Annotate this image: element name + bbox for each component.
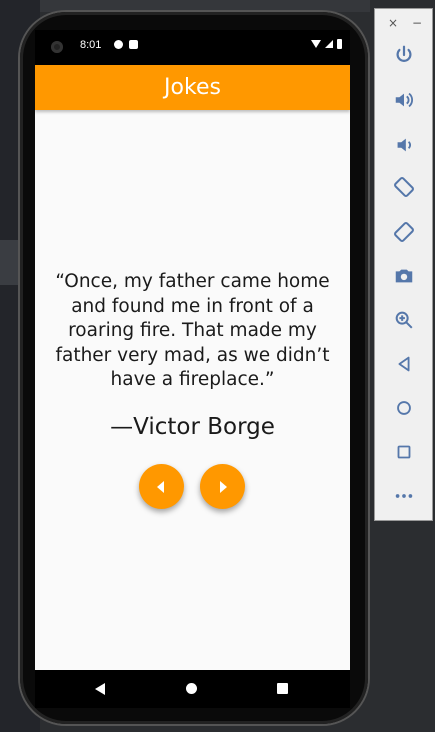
next-joke-button[interactable]: [200, 464, 245, 509]
emulator-minimize-button[interactable]: −: [412, 16, 422, 30]
sd-card-icon: [129, 40, 138, 49]
notification-icon: [114, 40, 123, 49]
overview-icon: [397, 445, 411, 459]
arrow-left-icon: [157, 480, 164, 493]
signal-icon: [325, 40, 333, 48]
battery-icon: [337, 39, 342, 49]
rotate-right-button[interactable]: [391, 219, 417, 245]
emulator-more-button[interactable]: [391, 483, 417, 509]
home-icon: [397, 401, 411, 415]
zoom-icon: [395, 311, 413, 329]
rotate-right-icon: [394, 222, 414, 242]
joke-quote: “Once, my father came home and found me …: [55, 271, 330, 390]
emulator-home-button[interactable]: [391, 395, 417, 421]
status-time: 8:01: [80, 39, 102, 51]
volume-up-button[interactable]: [391, 87, 417, 113]
rotate-left-icon: [394, 177, 414, 197]
power-icon: [396, 45, 412, 62]
emulator-overview-button[interactable]: [391, 439, 417, 465]
browser-toolbar-background: [40, 0, 370, 12]
zoom-button[interactable]: [391, 307, 417, 333]
joke-author: —Victor Borge: [110, 414, 275, 440]
power-button[interactable]: [391, 42, 417, 68]
arrow-right-icon: [220, 480, 227, 493]
android-nav-bar: [35, 670, 350, 708]
front-camera: [51, 41, 63, 53]
app-bar-title: Jokes: [35, 65, 350, 110]
emulator-toolbar: × −: [374, 8, 433, 521]
back-icon: [398, 356, 410, 372]
rotate-left-button[interactable]: [391, 174, 417, 200]
status-icons: [311, 39, 342, 49]
ide-scrollbar: [0, 240, 18, 285]
volume-down-icon: [397, 138, 411, 152]
more-icon: [395, 494, 413, 498]
nav-recents-button[interactable]: [277, 683, 288, 694]
nav-back-button[interactable]: [95, 683, 105, 695]
phone-screen: 8:01 Jokes “Once, my father came home an…: [35, 30, 350, 670]
wifi-icon: [311, 40, 321, 48]
camera-icon: [395, 269, 413, 283]
emulator-close-button[interactable]: ×: [388, 16, 398, 30]
volume-down-button[interactable]: [391, 132, 417, 158]
volume-up-icon: [395, 92, 413, 108]
emulator-back-button[interactable]: [391, 351, 417, 377]
screenshot-button[interactable]: [391, 263, 417, 289]
previous-joke-button[interactable]: [139, 464, 184, 509]
status-bar: 8:01: [35, 30, 350, 65]
nav-home-button[interactable]: [186, 683, 197, 694]
